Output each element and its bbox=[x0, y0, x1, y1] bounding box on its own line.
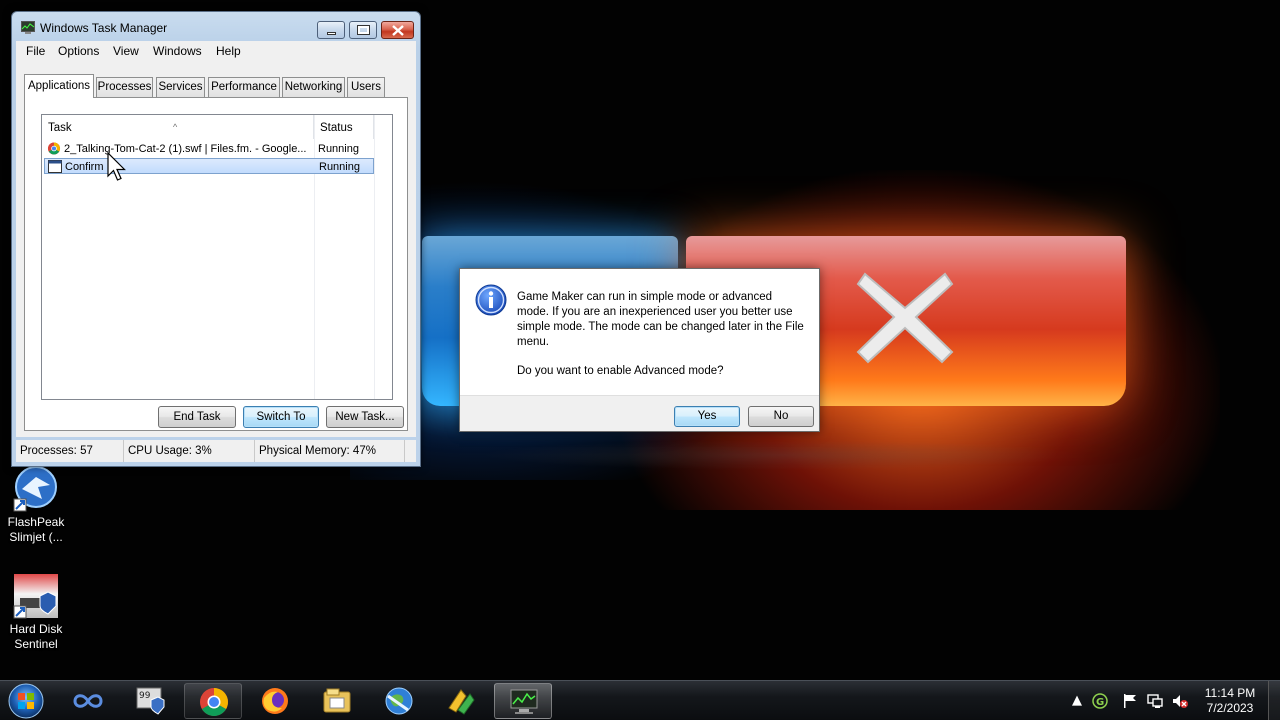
dialog-button-bar: Yes No bbox=[460, 395, 819, 431]
task-status: Running bbox=[318, 143, 359, 155]
sort-ascending-icon: ^ bbox=[173, 122, 178, 132]
column-divider bbox=[374, 115, 375, 399]
action-center-flag-icon[interactable] bbox=[1121, 692, 1139, 710]
menu-help[interactable]: Help bbox=[216, 44, 241, 58]
status-processes: Processes: 57 bbox=[16, 440, 124, 462]
chrome-icon bbox=[200, 688, 228, 716]
status-cpu-usage: CPU Usage: 3% bbox=[124, 440, 255, 462]
task-manager-icon bbox=[21, 21, 35, 34]
maximize-button[interactable] bbox=[349, 21, 377, 39]
menu-file[interactable]: File bbox=[26, 44, 45, 58]
new-task-button[interactable]: New Task... bbox=[326, 406, 404, 428]
menu-windows[interactable]: Windows bbox=[153, 44, 202, 58]
volume-muted-icon[interactable] bbox=[1171, 692, 1189, 710]
menu-view[interactable]: View bbox=[113, 44, 139, 58]
firefox-icon bbox=[262, 688, 288, 714]
infinity-app-icon bbox=[73, 694, 103, 708]
show-desktop-button[interactable] bbox=[1268, 681, 1280, 720]
tab-applications[interactable]: Applications bbox=[24, 74, 94, 98]
wallpaper-reflection bbox=[480, 440, 1080, 470]
task-name: 2_Talking-Tom-Cat-2 (1).swf | Files.fm. … bbox=[64, 143, 307, 155]
taskbar-item-globe-browser[interactable] bbox=[370, 683, 428, 719]
clock-date: 7/2/2023 bbox=[1206, 701, 1254, 715]
globe-browser-icon bbox=[385, 687, 413, 715]
taskbar-item-file-explorer[interactable] bbox=[308, 683, 366, 719]
task-name: Confirm bbox=[65, 161, 104, 173]
clock-time: 11:14 PM bbox=[1204, 686, 1256, 700]
task-manager-window: Windows Task Manager File Options View W… bbox=[11, 11, 421, 467]
taskbar: 99 ▲ G 11:14 PM 7/2/2023 bbox=[0, 680, 1280, 720]
tab-processes[interactable]: Processes bbox=[96, 77, 153, 97]
column-header-task[interactable]: Task ^ bbox=[42, 115, 314, 139]
switch-to-button[interactable]: Switch To bbox=[243, 406, 319, 428]
desktop-icon-label: Slimjet (... bbox=[9, 530, 63, 544]
minimize-icon bbox=[327, 32, 336, 35]
info-icon bbox=[475, 284, 507, 316]
mouse-cursor-icon bbox=[107, 152, 126, 181]
slimjet-icon bbox=[12, 465, 60, 513]
taskbar-item-firefox[interactable] bbox=[246, 683, 304, 719]
desktop-icon-label: Sentinel bbox=[14, 637, 58, 651]
taskbar-item-chrome[interactable] bbox=[184, 683, 242, 719]
hard-disk-sentinel-icon bbox=[12, 572, 60, 620]
no-button[interactable]: No bbox=[748, 406, 814, 427]
file-explorer-icon bbox=[323, 688, 351, 713]
desktop-icon-label: FlashPeak bbox=[7, 515, 65, 529]
task-manager-client: Applications Processes Services Performa… bbox=[16, 61, 416, 437]
applications-panel: Task ^ Status 2_Talking-Tom-Cat-2 (1).sw… bbox=[24, 97, 408, 431]
wallpaper-x-icon bbox=[856, 272, 954, 364]
task-row-selected[interactable]: Confirm Running bbox=[44, 158, 374, 174]
column-header-task-label: Task bbox=[48, 122, 72, 134]
game-maker-icon bbox=[448, 689, 475, 715]
status-bar: Processes: 57 CPU Usage: 3% Physical Mem… bbox=[16, 440, 416, 462]
tab-performance[interactable]: Performance bbox=[208, 77, 280, 97]
minimize-button[interactable] bbox=[317, 21, 345, 39]
tab-users[interactable]: Users bbox=[347, 77, 385, 97]
dialog-question: Do you want to enable Advanced mode? bbox=[517, 365, 724, 377]
network-icon[interactable] bbox=[1146, 692, 1164, 710]
task-row[interactable]: 2_Talking-Tom-Cat-2 (1).swf | Files.fm. … bbox=[44, 141, 374, 157]
gadget-g-icon[interactable]: G bbox=[1091, 692, 1109, 710]
taskbar-item-game-maker[interactable] bbox=[432, 683, 490, 719]
tab-services[interactable]: Services bbox=[156, 77, 205, 97]
desktop-icon-slimjet[interactable]: FlashPeak Slimjet (... bbox=[0, 465, 72, 545]
status-physical-memory: Physical Memory: 47% bbox=[255, 440, 405, 462]
menu-options[interactable]: Options bbox=[58, 44, 99, 58]
end-task-button[interactable]: End Task bbox=[158, 406, 236, 428]
title-bar[interactable]: Windows Task Manager bbox=[12, 12, 420, 42]
start-button[interactable] bbox=[6, 682, 46, 720]
svg-text:G: G bbox=[1096, 697, 1104, 708]
task-list[interactable]: Task ^ Status 2_Talking-Tom-Cat-2 (1).sw… bbox=[41, 114, 393, 400]
tab-networking[interactable]: Networking bbox=[282, 77, 345, 97]
game-maker-mode-dialog: Game Maker can run in simple mode or adv… bbox=[459, 268, 820, 432]
desktop-icon-label: Hard Disk bbox=[9, 622, 63, 636]
security-shield-app-icon: 99 bbox=[136, 687, 165, 715]
svg-text:99: 99 bbox=[139, 691, 151, 701]
taskbar-item-security-app[interactable]: 99 bbox=[121, 683, 179, 719]
menu-bar: File Options View Windows Help bbox=[16, 41, 416, 61]
taskbar-item-task-manager[interactable] bbox=[494, 683, 552, 719]
task-status: Running bbox=[319, 161, 360, 173]
close-icon bbox=[392, 25, 404, 36]
expand-tray-icon[interactable]: ▲ bbox=[1068, 692, 1086, 710]
taskbar-item-infinity-app[interactable] bbox=[59, 683, 117, 719]
close-button[interactable] bbox=[381, 21, 414, 39]
chrome-icon bbox=[47, 142, 61, 155]
system-clock[interactable]: 11:14 PM 7/2/2023 bbox=[1200, 686, 1260, 716]
task-manager-icon bbox=[510, 689, 538, 714]
window-icon bbox=[48, 160, 62, 173]
desktop-icon-hard-disk-sentinel[interactable]: Hard Disk Sentinel bbox=[0, 572, 72, 652]
maximize-icon bbox=[357, 25, 370, 35]
window-title: Windows Task Manager bbox=[40, 21, 168, 35]
column-header-status[interactable]: Status bbox=[314, 115, 374, 139]
yes-button[interactable]: Yes bbox=[674, 406, 740, 427]
dialog-message: Game Maker can run in simple mode or adv… bbox=[517, 291, 804, 348]
